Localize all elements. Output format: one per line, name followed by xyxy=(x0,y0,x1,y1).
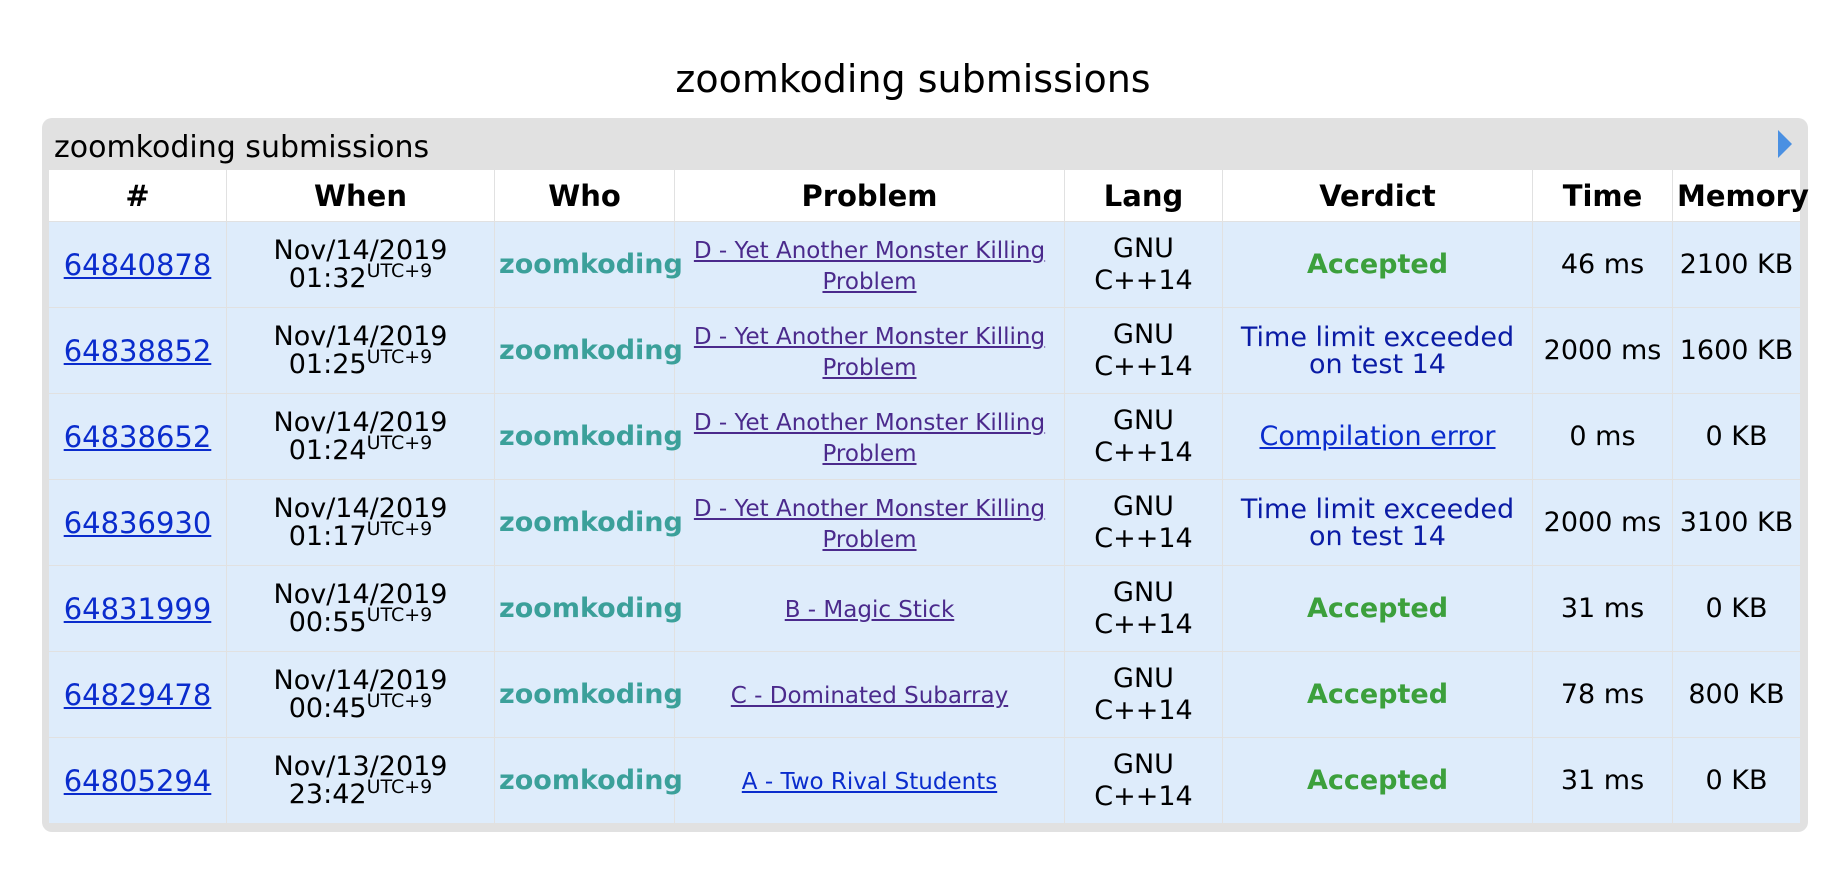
submission-when: Nov/14/2019 01:17UTC+9 xyxy=(226,479,495,566)
verdict-accepted: Accepted xyxy=(1306,679,1449,710)
submission-time: 46 ms xyxy=(1532,221,1673,308)
submission-memory: 2100 KB xyxy=(1672,221,1801,308)
submission-user[interactable]: zoomkoding xyxy=(494,393,683,480)
submission-memory: 800 KB xyxy=(1672,651,1801,738)
submission-user[interactable]: zoomkoding xyxy=(494,221,683,308)
table-header-row: # When Who Problem Lang Verdict Time Mem… xyxy=(48,169,1809,222)
submission-memory: 0 KB xyxy=(1672,737,1801,824)
problem-link[interactable]: D - Yet Another Monster Killing Problem xyxy=(694,410,1045,467)
header-id: # xyxy=(48,169,227,222)
submission-id-link[interactable]: 64805294 xyxy=(64,764,212,798)
submission-lang: GNU C++14 xyxy=(1064,221,1223,308)
submission-id-link[interactable]: 64829478 xyxy=(64,678,212,712)
submission-id-link[interactable]: 64831999 xyxy=(64,592,212,626)
submission-memory: 3100 KB xyxy=(1672,479,1801,566)
problem-link[interactable]: C - Dominated Subarray xyxy=(731,683,1008,709)
submission-memory: 1600 KB xyxy=(1672,307,1801,394)
submission-time: 2000 ms xyxy=(1532,307,1673,394)
header-lang: Lang xyxy=(1064,169,1223,222)
header-who: Who xyxy=(494,169,675,222)
submissions-panel: zoomkoding submissions # When Who Proble… xyxy=(42,118,1809,832)
submission-when: Nov/13/2019 23:42UTC+9 xyxy=(226,737,495,824)
verdict-tle: Time limit exceeded on test 14 xyxy=(1240,321,1515,380)
table-row: 64829478 Nov/14/2019 00:45UTC+9 zoomkodin… xyxy=(48,651,1801,738)
submission-lang: GNU C++14 xyxy=(1064,307,1223,394)
submission-when: Nov/14/2019 00:55UTC+9 xyxy=(226,565,495,652)
header-time: Time xyxy=(1532,169,1673,222)
submission-when: Nov/14/2019 01:25UTC+9 xyxy=(226,307,495,394)
table-row: 64831999 Nov/14/2019 00:55UTC+9 zoomkodin… xyxy=(48,565,1801,652)
verdict-accepted: Accepted xyxy=(1306,593,1449,624)
submission-id-link[interactable]: 64838852 xyxy=(64,334,212,368)
problem-link[interactable]: D - Yet Another Monster Killing Problem xyxy=(694,238,1045,295)
submission-id-link[interactable]: 64836930 xyxy=(64,506,212,540)
submission-time: 2000 ms xyxy=(1532,479,1673,566)
submission-id-link[interactable]: 64840878 xyxy=(64,248,212,282)
submission-id-link[interactable]: 64838652 xyxy=(64,420,212,454)
header-memory: Memory xyxy=(1672,169,1809,222)
submission-user[interactable]: zoomkoding xyxy=(494,307,683,394)
header-problem: Problem xyxy=(674,169,1065,222)
submission-lang: GNU C++14 xyxy=(1064,479,1223,566)
header-when: When xyxy=(226,169,495,222)
table-row: 64840878 Nov/14/2019 01:32UTC+9 zoomkodin… xyxy=(48,221,1801,308)
problem-link[interactable]: D - Yet Another Monster Killing Problem xyxy=(694,496,1045,553)
verdict-tle: Time limit exceeded on test 14 xyxy=(1240,493,1515,552)
page-title: zoomkoding submissions xyxy=(675,57,1151,101)
verdict-compilation-error-link[interactable]: Compilation error xyxy=(1259,421,1495,452)
submission-user[interactable]: zoomkoding xyxy=(494,737,683,824)
submission-lang: GNU C++14 xyxy=(1064,565,1223,652)
verdict-accepted: Accepted xyxy=(1306,765,1449,796)
submission-time: 31 ms xyxy=(1532,737,1673,824)
table-row: 64838852 Nov/14/2019 01:25UTC+9 zoomkodin… xyxy=(48,307,1801,394)
submission-lang: GNU C++14 xyxy=(1064,651,1223,738)
submission-when: Nov/14/2019 01:32UTC+9 xyxy=(226,221,495,308)
table-row: 64838652 Nov/14/2019 01:24UTC+9 zoomkodin… xyxy=(48,393,1801,480)
submission-time: 31 ms xyxy=(1532,565,1673,652)
problem-link[interactable]: A - Two Rival Students xyxy=(742,769,997,795)
table-row: 64805294 Nov/13/2019 23:42UTC+9 zoomkodin… xyxy=(48,737,1801,824)
submission-time: 0 ms xyxy=(1532,393,1673,480)
submission-lang: GNU C++14 xyxy=(1064,737,1223,824)
submission-user[interactable]: zoomkoding xyxy=(494,565,683,652)
submissions-table: # When Who Problem Lang Verdict Time Mem… xyxy=(48,169,1809,824)
submission-memory: 0 KB xyxy=(1672,393,1801,480)
panel-expand-arrow-icon[interactable] xyxy=(1778,130,1792,158)
submission-lang: GNU C++14 xyxy=(1064,393,1223,480)
problem-link[interactable]: D - Yet Another Monster Killing Problem xyxy=(694,324,1045,381)
panel-caption: zoomkoding submissions xyxy=(54,130,430,165)
verdict-accepted: Accepted xyxy=(1306,249,1449,280)
problem-link[interactable]: B - Magic Stick xyxy=(785,597,955,623)
submission-memory: 0 KB xyxy=(1672,565,1801,652)
submission-time: 78 ms xyxy=(1532,651,1673,738)
submission-when: Nov/14/2019 01:24UTC+9 xyxy=(226,393,495,480)
submission-user[interactable]: zoomkoding xyxy=(494,651,683,738)
table-row: 64836930 Nov/14/2019 01:17UTC+9 zoomkodin… xyxy=(48,479,1801,566)
submission-user[interactable]: zoomkoding xyxy=(494,479,683,566)
header-verdict: Verdict xyxy=(1222,169,1533,222)
submission-when: Nov/14/2019 00:45UTC+9 xyxy=(226,651,495,738)
